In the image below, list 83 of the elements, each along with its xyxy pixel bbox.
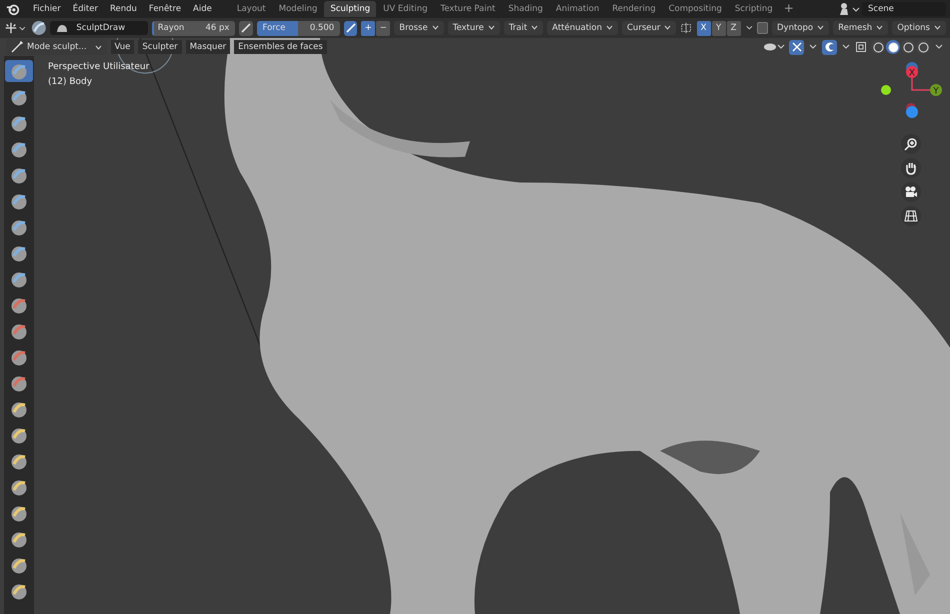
radius-slider[interactable]: Rayon 46 px	[152, 20, 236, 36]
brush-name-field[interactable]: SculptDraw	[50, 21, 148, 35]
dropdown-menu[interactable]: Trait	[504, 21, 544, 35]
pen-icon	[240, 23, 251, 33]
dropdown-menu[interactable]: Texture	[448, 21, 500, 35]
direction-button[interactable]: −	[376, 20, 390, 36]
workspace-tab[interactable]: Compositing	[662, 1, 728, 17]
view-menu[interactable]: Sculpter	[138, 40, 182, 54]
workspace-tab[interactable]: UV Editing	[377, 1, 434, 17]
menu-item[interactable]: Éditer	[68, 2, 103, 16]
axis-label: X	[908, 68, 916, 78]
view-menu[interactable]: Vue	[110, 40, 134, 54]
chevron-icon	[817, 25, 824, 30]
view-menu[interactable]: Ensembles de faces	[234, 40, 327, 54]
workspace-tab[interactable]: Texture Paint	[434, 1, 502, 17]
menu-item[interactable]: Rendu	[104, 2, 142, 16]
direction-button[interactable]: +	[361, 20, 376, 36]
workspace-tab[interactable]: Shading	[502, 1, 549, 17]
symmetry-icon[interactable]	[680, 21, 693, 35]
sphere-icon	[902, 42, 914, 52]
dropdown-menu[interactable]: Curseur	[622, 21, 676, 35]
workspace-tab[interactable]: Sculpting	[324, 1, 376, 17]
sphere-icon	[872, 42, 884, 52]
sphere-icon	[888, 42, 898, 52]
menu-item[interactable]: Fenêtre	[144, 2, 186, 16]
object-label: (12) Body	[48, 77, 94, 87]
camera-button[interactable]	[901, 182, 921, 202]
chevron-icon	[664, 25, 672, 30]
zoom-button[interactable]	[901, 134, 921, 154]
scene-field[interactable]: Scene	[862, 2, 946, 16]
magnifier-icon	[904, 137, 918, 151]
scene-icon[interactable]	[838, 2, 860, 16]
chevron-icon	[531, 25, 538, 30]
workspace-tab[interactable]: Layout	[230, 1, 272, 17]
hand-icon	[904, 161, 918, 175]
strength-label: Force	[262, 23, 287, 33]
strength-slider[interactable]: Force 0.500	[256, 20, 340, 36]
dyntopo-dropdown[interactable]: Dyntopo	[772, 21, 830, 35]
pressure-button[interactable]	[344, 20, 358, 36]
radius-label: Rayon	[156, 23, 186, 33]
dropdown-menu[interactable]: Remesh	[833, 21, 888, 35]
axis-label: Y	[933, 86, 939, 96]
radius-value: 46 px	[204, 23, 230, 33]
dropdown-menu[interactable]: Brosse	[394, 21, 444, 35]
pressure-button[interactable]	[239, 20, 253, 36]
menu-item[interactable]: Fichier	[28, 2, 66, 16]
shading-mode-button[interactable]	[916, 40, 930, 54]
chevron-icon	[606, 25, 613, 30]
chevron-icon	[432, 25, 439, 30]
add-workspace-button[interactable]: +	[780, 1, 798, 17]
grid-icon	[904, 209, 918, 223]
strength-value: 0.500	[308, 23, 336, 33]
workspace-tab[interactable]: Modeling	[272, 1, 324, 17]
workspace-tab[interactable]: Rendering	[606, 1, 662, 17]
chevron-icon	[94, 44, 102, 50]
gizmo-toggle[interactable]	[789, 40, 804, 54]
dyntopo-checkbox[interactable]	[757, 22, 768, 34]
camera-icon	[904, 185, 918, 199]
axis-toggle[interactable]: X	[696, 20, 711, 36]
overlay-toggle[interactable]	[822, 40, 837, 54]
pan-button[interactable]	[901, 158, 921, 178]
shading-mode-button[interactable]	[871, 40, 885, 54]
tool-settings-icon[interactable]	[4, 21, 27, 35]
menu-item[interactable]: Aide	[188, 2, 217, 16]
workspace-tab[interactable]: Animation	[550, 1, 606, 17]
grid-button[interactable]	[901, 206, 921, 226]
chevron-icon	[488, 25, 495, 30]
dropdown-menu[interactable]: Options	[892, 21, 946, 35]
pen-icon	[346, 23, 356, 33]
chevron-icon	[876, 25, 884, 30]
view-name-label: Perspective Utilisateur	[48, 62, 150, 72]
axis-gizmo-drawing[interactable]: X Y	[878, 60, 944, 130]
logo-icon[interactable]	[6, 2, 20, 16]
workspace-tab[interactable]: Scripting	[728, 1, 779, 17]
shading-mode-button[interactable]	[886, 40, 900, 54]
dropdown-menu[interactable]: Atténuation	[547, 21, 618, 35]
axis-toggle[interactable]: Z	[726, 20, 741, 36]
shading-mode-button[interactable]	[901, 40, 915, 54]
brush-preview-icon[interactable]	[30, 19, 46, 37]
sphere-icon	[918, 42, 928, 52]
chevron-icon	[934, 25, 941, 30]
view-menu[interactable]: Masquer	[186, 40, 230, 54]
axis-toggle[interactable]: Y	[712, 20, 726, 36]
